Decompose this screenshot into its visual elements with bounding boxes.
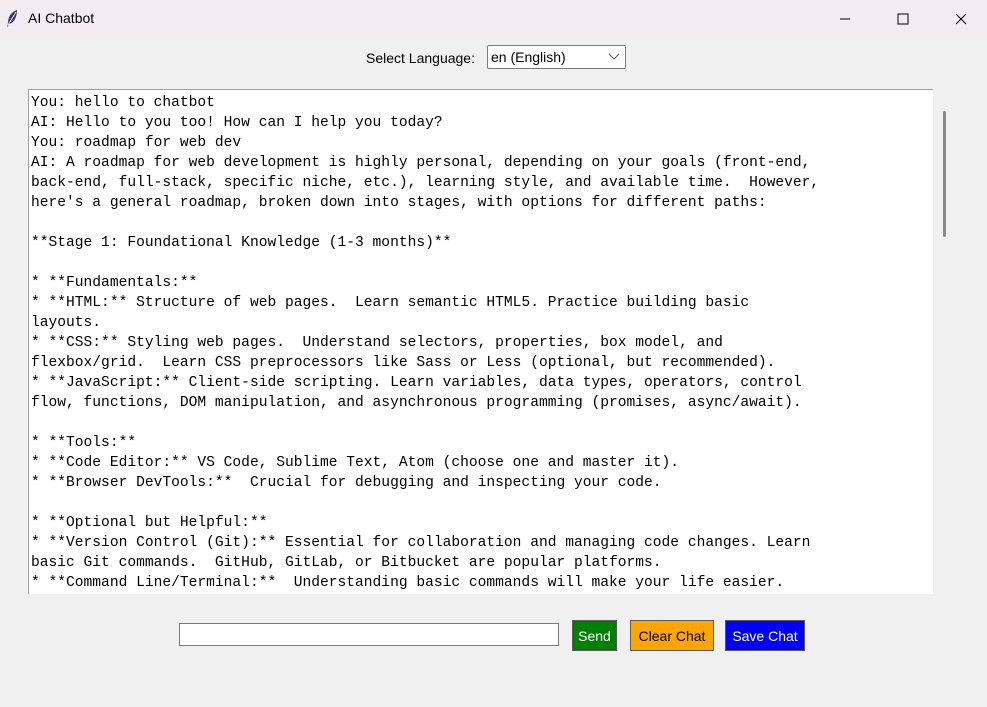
language-label: Select Language: bbox=[366, 50, 475, 66]
chat-lines: You: hello to chatbot AI: Hello to you to… bbox=[31, 93, 819, 593]
chat-line: * **HTML:** Structure of web pages. Lear… bbox=[31, 295, 750, 311]
chat-scrollbar[interactable] bbox=[936, 89, 953, 594]
chat-line: * **Fundamentals:** bbox=[31, 275, 198, 291]
clear-chat-button[interactable]: Clear Chat bbox=[630, 620, 714, 651]
chat-history[interactable]: You: hello to chatbot AI: Hello to you to… bbox=[28, 89, 933, 594]
chat-line: * **Tools:** bbox=[31, 435, 137, 451]
chat-line: * **Browser DevTools:** Crucial for debu… bbox=[31, 475, 662, 491]
chat-line: * **Optional but Helpful:** bbox=[31, 515, 268, 531]
chat-line: AI: Hello to you too! How can I help you… bbox=[31, 115, 443, 131]
chat-line: flexbox/grid. Learn CSS preprocessors li… bbox=[31, 355, 776, 371]
close-button[interactable] bbox=[932, 0, 987, 37]
chat-line: * **JavaScript:** Client-side scripting.… bbox=[31, 375, 802, 391]
chat-line: basic Git commands. GitHub, GitLab, or B… bbox=[31, 555, 662, 571]
minimize-icon bbox=[840, 18, 850, 19]
maximize-button[interactable] bbox=[874, 0, 932, 37]
chat-line: You: roadmap for web dev bbox=[31, 135, 242, 151]
chat-line bbox=[31, 413, 819, 433]
chat-line bbox=[31, 493, 819, 513]
chat-line: here's a general roadmap, broken down in… bbox=[31, 195, 767, 211]
chat-line: flow, functions, DOM manipulation, and a… bbox=[31, 395, 802, 411]
close-icon bbox=[955, 13, 967, 24]
chat-line: * **Command Line/Terminal:** Understandi… bbox=[31, 575, 785, 591]
save-chat-button[interactable]: Save Chat bbox=[725, 620, 805, 651]
chat-line: back-end, full-stack, specific niche, et… bbox=[31, 175, 820, 191]
window-title: AI Chatbot bbox=[28, 10, 95, 26]
chat-line: * **CSS:** Styling web pages. Understand… bbox=[31, 335, 723, 351]
feather-icon bbox=[5, 9, 19, 29]
language-select-value: en (English) bbox=[491, 49, 566, 65]
chat-line: * **Version Control (Git):** Essential f… bbox=[31, 535, 811, 551]
send-button[interactable]: Send bbox=[572, 620, 617, 651]
chat-line bbox=[31, 253, 819, 273]
chat-line: * **Code Editor:** VS Code, Sublime Text… bbox=[31, 455, 680, 471]
title-bar: AI Chatbot bbox=[0, 0, 987, 37]
message-input[interactable] bbox=[179, 623, 559, 646]
chat-line bbox=[31, 213, 819, 233]
chat-line: **Stage 1: Foundational Knowledge (1-3 m… bbox=[31, 235, 452, 251]
chat-line: layouts. bbox=[31, 315, 102, 331]
scrollbar-thumb[interactable] bbox=[943, 111, 946, 237]
chat-line: AI: A roadmap for web development is hig… bbox=[31, 155, 811, 171]
minimize-button[interactable] bbox=[816, 0, 874, 37]
maximize-icon bbox=[897, 13, 909, 24]
chevron-down-icon bbox=[608, 53, 620, 60]
chat-line: You: hello to chatbot bbox=[31, 95, 215, 111]
language-select[interactable]: en (English) bbox=[487, 45, 626, 69]
